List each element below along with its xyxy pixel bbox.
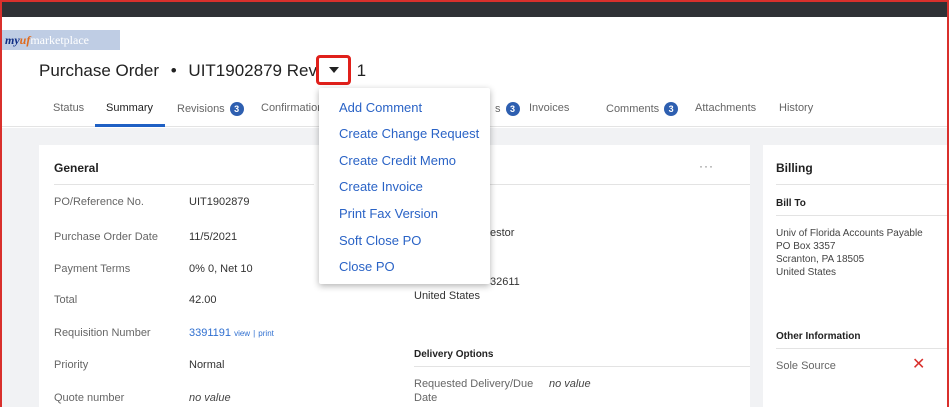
field-label: Total: [54, 294, 78, 306]
x-icon: ✕: [912, 356, 926, 373]
field-label: PO/Reference No.: [54, 196, 144, 208]
field-label: Requisition Number: [54, 327, 151, 339]
revisions-count-badge: 3: [229, 102, 244, 116]
bill-to-title: Bill To: [776, 198, 806, 209]
requested-delivery-value: no value: [549, 378, 591, 390]
shipping-zip: 32611: [490, 276, 520, 288]
po-reference-value: UIT1902879: [189, 196, 250, 208]
tab-invoices[interactable]: Invoices: [529, 102, 569, 114]
document-type: Purchase Order: [39, 61, 159, 80]
delivery-divider: [414, 366, 750, 367]
field-label: Priority: [54, 359, 89, 371]
billing-title: Billing: [776, 161, 813, 175]
link-separator: |: [253, 329, 256, 338]
bill-to-line-3: Scranton, PA 18505: [776, 254, 865, 265]
tab-history[interactable]: History: [779, 102, 813, 114]
payment-terms-value: 0% 0, Net 10: [189, 263, 253, 275]
menu-item-create-change-request[interactable]: Create Change Request: [339, 126, 479, 141]
tab-summary[interactable]: Summary: [106, 102, 153, 114]
requisition-view-link[interactable]: view: [234, 329, 250, 338]
general-title: General: [54, 161, 99, 175]
menu-item-print-fax-version[interactable]: Print Fax Version: [339, 206, 438, 221]
menu-item-close-po[interactable]: Close PO: [339, 259, 395, 274]
menu-item-soft-close-po[interactable]: Soft Close PO: [339, 233, 421, 248]
active-tab-indicator: [95, 124, 165, 127]
other-information-divider: [776, 348, 947, 349]
logo-strip: myufmarketplace: [2, 30, 120, 50]
caret-down-icon: [328, 67, 339, 73]
billing-divider: [776, 184, 947, 185]
field-label: Payment Terms: [54, 263, 131, 275]
quote-number-value: no value: [189, 392, 231, 404]
delivery-options-title: Delivery Options: [414, 349, 494, 360]
other-information-title: Other Information: [776, 331, 861, 342]
requested-delivery-label: Requested Delivery/Due: [414, 378, 534, 390]
tab-shipments[interactable]: s3: [495, 102, 520, 116]
total-value: 42.00: [189, 294, 217, 306]
menu-item-create-credit-memo[interactable]: Create Credit Memo: [339, 153, 456, 168]
bill-to-line-4: United States: [776, 267, 837, 278]
general-divider: [54, 184, 314, 185]
tab-comments[interactable]: Comments 3: [606, 102, 679, 116]
requested-delivery-label-2: Date: [414, 392, 438, 404]
comments-count-badge: 3: [664, 102, 679, 116]
marketplace-logo[interactable]: myufmarketplace: [5, 33, 89, 47]
requisition-print-link[interactable]: print: [258, 329, 274, 338]
billing-card: Billing Bill To Univ of Florida Accounts…: [763, 145, 947, 407]
bill-to-line-1: Univ of Florida Accounts Payable: [776, 228, 923, 239]
title-separator: •: [170, 61, 177, 80]
top-bar: [2, 2, 947, 17]
actions-dropdown-menu: Add Comment Create Change Request Create…: [319, 88, 490, 284]
requestor-value: estor: [490, 227, 515, 239]
more-options-icon[interactable]: ···: [699, 159, 714, 173]
app-frame: myufmarketplace Purchase Order • UIT1902…: [0, 0, 949, 407]
actions-dropdown-button[interactable]: [316, 55, 351, 85]
menu-item-create-invoice[interactable]: Create Invoice: [339, 179, 423, 194]
sole-source-label: Sole Source: [776, 360, 836, 372]
priority-value: Normal: [189, 359, 225, 371]
shipping-country: United States: [414, 290, 481, 302]
requisition-link[interactable]: 3391191: [189, 327, 231, 339]
po-date-value: 11/5/2021: [189, 231, 238, 243]
field-label: Quote number: [54, 392, 125, 404]
tab-status[interactable]: Status: [53, 102, 84, 114]
tab-revisions[interactable]: Revisions 3: [177, 102, 244, 116]
field-label: Purchase Order Date: [54, 231, 158, 243]
bill-to-line-2: PO Box 3357: [776, 241, 836, 252]
tab-attachments[interactable]: Attachments: [695, 102, 756, 114]
shipments-count-badge: 3: [505, 102, 520, 116]
menu-item-add-comment[interactable]: Add Comment: [339, 100, 422, 115]
requisition-number: 3391191 view | print: [189, 327, 274, 339]
bill-to-divider: [776, 215, 947, 216]
